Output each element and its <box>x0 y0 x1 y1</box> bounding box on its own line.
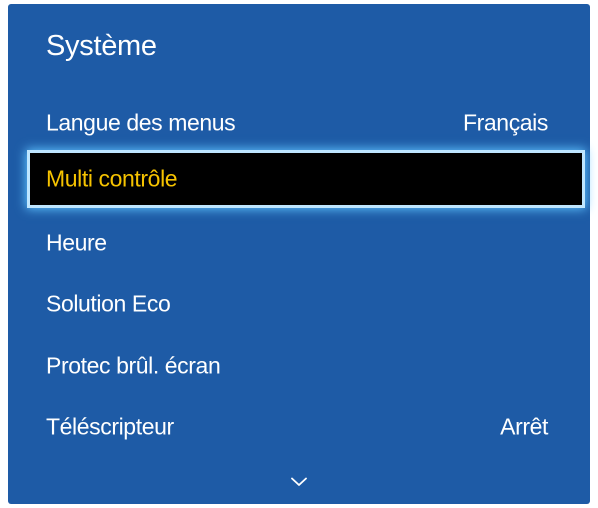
menu-item-solution-eco[interactable]: Solution Eco <box>8 279 590 329</box>
menu-title: Système <box>46 30 157 62</box>
menu-item-langue-des-menus[interactable]: Langue des menus Français <box>8 98 590 148</box>
menu-item-multi-controle[interactable]: Multi contrôle <box>30 153 582 205</box>
menu-item-label: Protec brûl. écran <box>46 352 221 379</box>
menu-item-telescripteur[interactable]: Téléscripteur Arrêt <box>8 402 590 452</box>
chevron-down-icon[interactable] <box>291 474 307 492</box>
menu-item-label: Multi contrôle <box>46 165 178 192</box>
menu-item-label: Heure <box>46 229 107 256</box>
menu-item-value: Arrêt <box>500 413 548 440</box>
menu-item-label: Langue des menus <box>46 109 236 136</box>
menu-item-value: Français <box>463 109 548 136</box>
menu-item-label: Solution Eco <box>46 290 171 317</box>
menu-item-protec-brul-ecran[interactable]: Protec brûl. écran <box>8 341 590 391</box>
system-menu-panel: Système Langue des menus Français Multi … <box>8 4 590 504</box>
menu-item-label: Téléscripteur <box>46 413 174 440</box>
menu-item-heure[interactable]: Heure <box>8 218 590 268</box>
